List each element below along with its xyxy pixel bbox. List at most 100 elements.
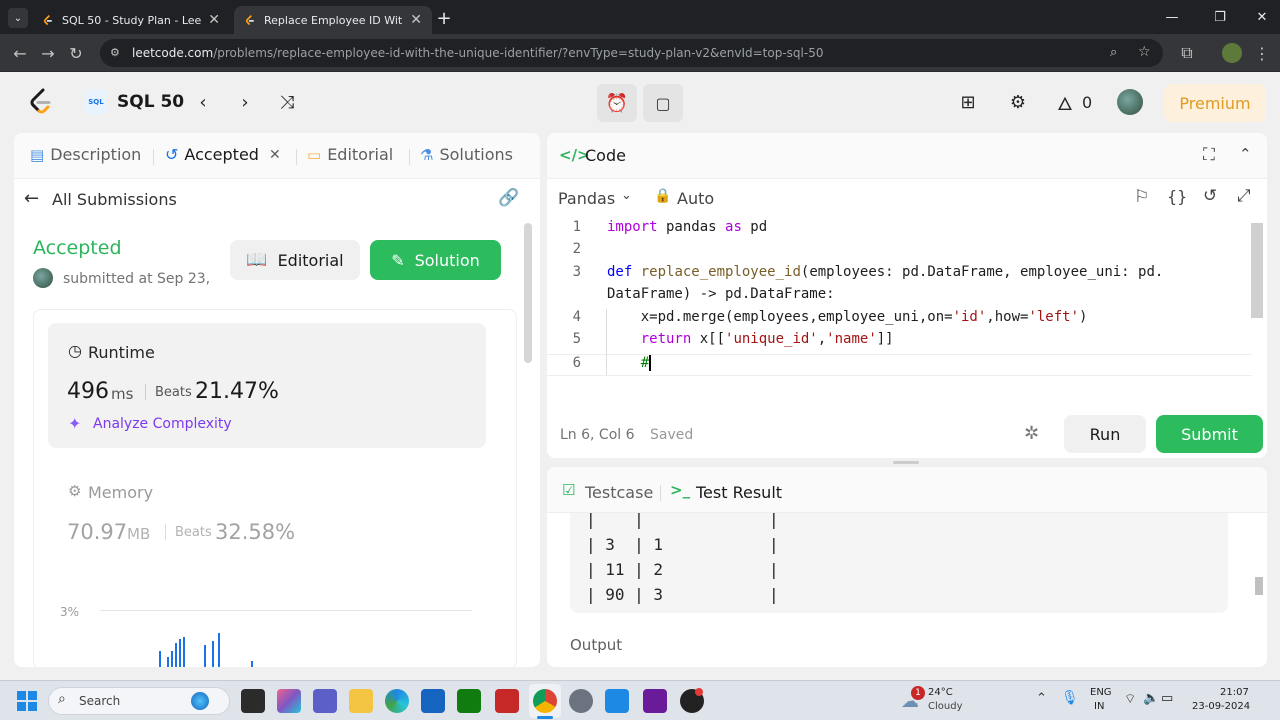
edit-icon: ✎ [391,250,405,270]
submit-button[interactable]: Submit [1156,415,1263,453]
windows-start-icon[interactable] [17,691,37,711]
language-bottom[interactable]: IN [1094,701,1104,712]
settings-gear-icon[interactable]: ⚙ [1001,85,1035,119]
browser-tab-replace-employee[interactable]: Replace Employee ID With The ✕ [234,6,432,34]
site-info-icon[interactable]: ⚙ [110,46,124,60]
taskbar-search[interactable]: ⌕ Search [48,687,230,715]
code-scrollbar-thumb[interactable] [1251,223,1263,318]
windows-taskbar: ⌕ Search ☁ 1 24°C Cloudy ⌃ 🎙 ENG IN ⌔ 🔈 … [0,680,1280,720]
app-icon[interactable] [643,689,667,713]
back-icon[interactable]: ← [10,43,30,63]
volume-icon[interactable]: 🔈 [1143,691,1159,706]
profile-avatar[interactable] [1222,43,1242,63]
leetcode-logo-icon[interactable] [28,88,54,116]
code-area[interactable]: 1 import pandas as pd 2 3 def replace_empl… [547,217,1252,387]
browser-tab-sql50[interactable]: SQL 50 - Study Plan - LeetCode ✕ [32,6,230,34]
tab-search-icon[interactable]: ⌄ [8,8,28,28]
copilot-icon[interactable] [277,689,301,713]
result-scrollbar-thumb[interactable] [1255,577,1263,595]
tab-testcase[interactable]: Testcase [585,483,653,502]
result-row: | 3 | 1 | [586,535,779,554]
book-icon: ▭ [307,145,322,164]
debug-bug-icon[interactable]: ✲ [1024,423,1039,444]
weather-temp[interactable]: 24°C [928,687,953,698]
restore-icon[interactable]: ❐ [1208,7,1232,27]
solution-button[interactable]: ✎ Solution [370,240,501,280]
all-submissions-link[interactable]: All Submissions [52,190,177,209]
extensions-icon[interactable]: ⧉ [1177,43,1197,63]
alarm-clock-icon[interactable]: ⏰ [597,84,637,122]
expand-icon[interactable]: ⤢ [1237,186,1251,206]
prev-problem-icon[interactable]: ‹ [186,85,220,119]
bookmark-star-icon[interactable]: ☆ [1138,44,1151,60]
new-tab-button[interactable]: + [434,8,454,29]
language-top[interactable]: ENG [1090,687,1112,698]
format-braces-icon[interactable]: {} [1167,187,1187,206]
premium-button[interactable]: Premium [1164,84,1266,122]
settings-app-icon[interactable] [569,689,593,713]
share-link-icon[interactable]: 🔗 [498,188,519,208]
zoom-icon[interactable]: ⌕ [1110,45,1117,60]
panel-resize-handle[interactable] [893,461,919,464]
wifi-icon[interactable]: ⌔ [1124,691,1136,707]
auto-mode-label[interactable]: Auto [677,189,714,208]
minimize-icon[interactable]: — [1160,7,1184,27]
clock-date[interactable]: 23-09-2024 [1192,701,1250,712]
tab-description[interactable]: ▤ Description [30,145,141,164]
description-icon: ▤ [30,145,45,164]
tab-test-result[interactable]: Test Result [696,483,782,502]
forward-icon[interactable]: → [38,43,58,63]
chrome-icon[interactable] [533,689,557,713]
weather-badge: 1 [911,686,925,700]
language-select[interactable]: Pandas [558,189,615,208]
left-scrollbar-thumb[interactable] [524,223,532,363]
streak-fire-icon[interactable]: 🜂 [1048,85,1082,119]
memory-value: 70.97 [67,520,128,544]
teams-icon[interactable] [313,689,337,713]
bookmark-icon[interactable]: ⚐ [1134,187,1149,207]
runtime-distribution-chart[interactable] [154,623,274,667]
layout-grid-icon[interactable]: ⊞ [951,85,985,119]
mcafee-icon[interactable] [495,689,519,713]
fullscreen-icon[interactable]: ⛶ [1203,145,1215,165]
reset-icon[interactable]: ↺ [1203,186,1217,206]
shuffle-icon[interactable]: ⤨ [270,85,304,119]
tab-solutions[interactable]: ⚗ Solutions [420,145,513,164]
analyze-complexity-link[interactable]: Analyze Complexity [93,416,232,432]
url-bar[interactable]: ⚙ leetcode.com/problems/replace-employee… [100,39,1163,67]
file-explorer-icon[interactable] [349,689,373,713]
notes-icon[interactable]: ▢ [643,84,683,122]
edge-icon[interactable] [385,689,409,713]
battery-icon[interactable]: ▭ [1161,691,1173,706]
microphone-icon[interactable]: 🎙 [1061,690,1079,706]
vscode-icon[interactable] [605,689,629,713]
xbox-icon[interactable] [457,689,481,713]
chrome-menu-icon[interactable]: ⋮ [1252,43,1272,63]
result-row: | 90 | 3 | [586,585,779,604]
save-status: Saved [650,427,694,443]
next-problem-icon[interactable]: › [228,85,262,119]
close-tab-icon[interactable]: ✕ [269,147,281,163]
run-button[interactable]: Run [1064,415,1146,453]
memory-title[interactable]: Memory [88,483,153,502]
study-plan-title[interactable]: SQL 50 [117,92,184,112]
reload-icon[interactable]: ↻ [66,43,86,63]
search-icon: ⌕ [58,691,66,707]
code-line: DataFrame) -> pd.DataFrame: [607,286,835,302]
notification-dot [695,688,703,696]
weather-desc[interactable]: Cloudy [928,701,962,712]
tab-editorial[interactable]: ▭ Editorial [307,145,393,164]
close-tab-icon[interactable]: ✕ [410,12,422,28]
chevron-down-icon[interactable]: ⌄ [621,188,632,203]
window-close-icon[interactable]: ✕ [1250,7,1274,27]
editorial-button[interactable]: 📖 Editorial [230,240,360,280]
collapse-icon[interactable]: ⌃ [1239,145,1252,163]
chevron-up-icon[interactable]: ⌃ [1036,691,1047,706]
back-arrow-icon[interactable]: ← [24,188,39,209]
tab-accepted[interactable]: ↺ Accepted ✕ [165,145,281,164]
task-view-icon[interactable] [241,689,265,713]
store-icon[interactable] [421,689,445,713]
user-avatar[interactable] [1117,89,1143,115]
close-tab-icon[interactable]: ✕ [208,12,220,28]
clock-time[interactable]: 21:07 [1220,687,1249,698]
